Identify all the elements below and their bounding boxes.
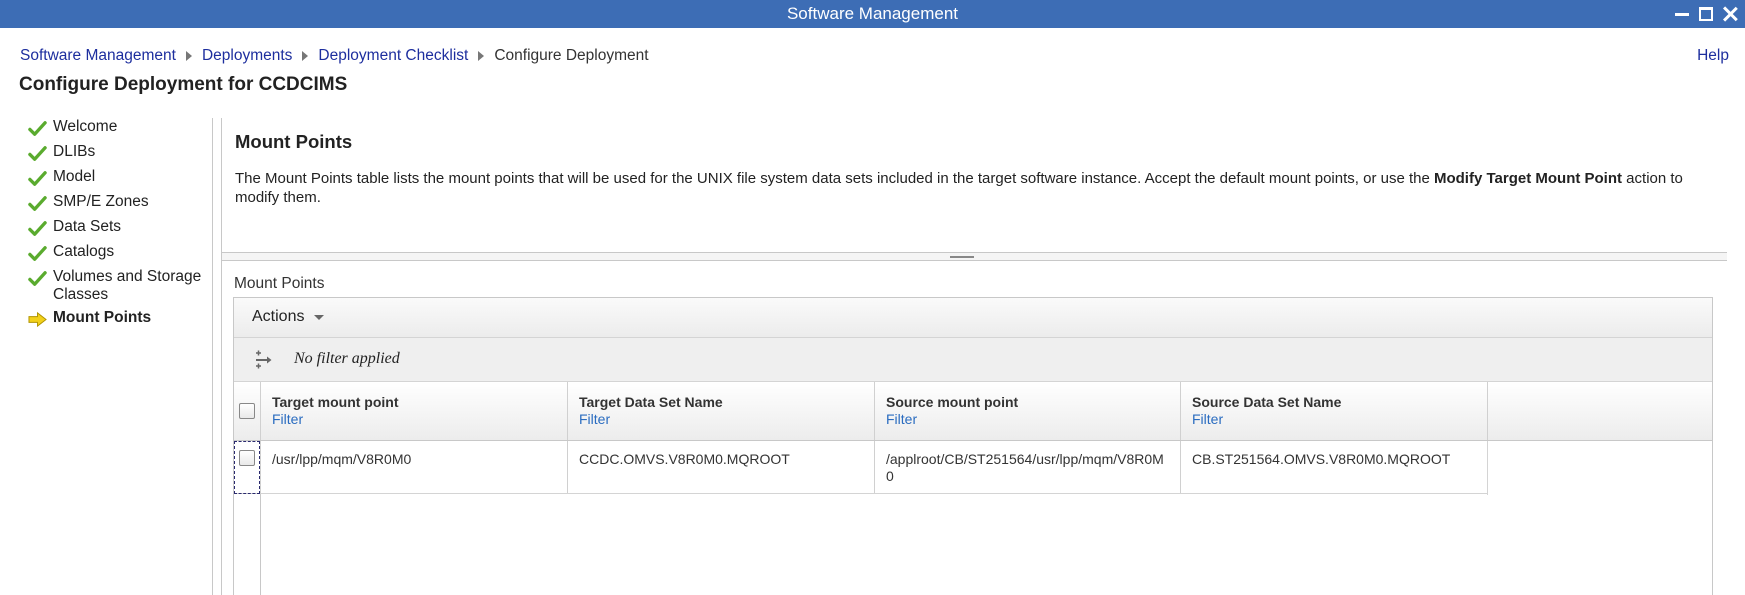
column-header-target-mount-point[interactable]: Target mount point Filter (272, 394, 399, 427)
column-divider (260, 494, 261, 595)
table-row[interactable]: /usr/lpp/mqm/V8R0M0 CCDC.OMVS.V8R0M0.MQR… (234, 441, 1487, 494)
table-caption: Mount Points (234, 275, 325, 292)
chevron-down-icon (314, 314, 325, 320)
column-title: Target Data Set Name (579, 394, 723, 410)
checkmark-icon (28, 221, 47, 236)
row-focus-indicator (234, 441, 260, 494)
column-divider (260, 382, 261, 440)
step-label: Welcome (53, 118, 118, 135)
column-filter-link[interactable]: Filter (579, 411, 723, 427)
breadcrumb-software-management[interactable]: Software Management (20, 47, 176, 65)
column-header-target-data-set-name[interactable]: Target Data Set Name Filter (579, 394, 723, 427)
checkmark-icon (28, 196, 47, 211)
step-label: Model (53, 168, 96, 185)
window-controls (1673, 0, 1739, 28)
page-title: Configure Deployment for CCDCIMS (19, 74, 348, 95)
column-title: Source mount point (886, 394, 1019, 410)
breadcrumb-separator-icon (302, 51, 309, 61)
actions-menu-button[interactable]: Actions (252, 308, 325, 326)
maximize-icon[interactable] (1697, 5, 1715, 23)
column-filter-link[interactable]: Filter (1192, 411, 1341, 427)
minimize-icon[interactable] (1673, 5, 1691, 23)
column-divider[interactable] (567, 382, 568, 440)
select-all-checkbox[interactable] (239, 403, 255, 419)
cell-source-data-set-name: CB.ST251564.OMVS.V8R0M0.MQROOT (1192, 451, 1451, 467)
arrow-right-icon (28, 311, 47, 328)
checkmark-icon (28, 271, 47, 286)
cell-target-data-set-name: CCDC.OMVS.V8R0M0.MQROOT (579, 451, 790, 467)
column-title: Source Data Set Name (1192, 394, 1342, 410)
step-label: Catalogs (53, 243, 115, 260)
step-volumes-storage-classes[interactable]: Volumes and Storage Classes (0, 268, 212, 304)
column-filter-link[interactable]: Filter (272, 411, 399, 427)
column-divider[interactable] (874, 382, 875, 440)
step-label: Volumes and Storage Classes (53, 268, 202, 303)
column-divider (1487, 441, 1488, 495)
step-label: Mount Points (53, 309, 152, 326)
filter-status: No filter applied (294, 350, 400, 367)
column-divider (260, 441, 261, 493)
description-action-name: Modify Target Mount Point (1433, 170, 1623, 187)
step-data-sets[interactable]: Data Sets (0, 218, 212, 238)
column-title: Target mount point (272, 394, 399, 410)
step-dlibs[interactable]: DLIBs (0, 143, 212, 163)
step-model[interactable]: Model (0, 168, 212, 188)
step-catalogs[interactable]: Catalogs (0, 243, 212, 263)
step-welcome[interactable]: Welcome (0, 118, 212, 138)
description-text: The Mount Points table lists the mount p… (235, 170, 1434, 187)
window-title: Software Management (786, 4, 959, 23)
close-icon[interactable] (1721, 5, 1739, 23)
step-label: Data Sets (53, 218, 122, 235)
step-label: DLIBs (53, 143, 96, 160)
breadcrumb-deployment-checklist[interactable]: Deployment Checklist (318, 47, 468, 65)
wizard-steps-nav: Welcome DLIBs Model SMP/E Zones Data Set… (0, 118, 212, 334)
step-label: SMP/E Zones (53, 193, 149, 210)
column-header-source-data-set-name[interactable]: Source Data Set Name Filter (1192, 394, 1341, 427)
window-titlebar: Software Management (0, 0, 1745, 28)
checkmark-icon (28, 246, 47, 261)
column-divider[interactable] (1487, 382, 1488, 440)
cell-source-mount-point: /applroot/CB/ST251564/usr/lpp/mqm/V8R0M … (886, 451, 1164, 485)
step-mount-points[interactable]: Mount Points (0, 309, 212, 329)
checkmark-icon (28, 171, 47, 186)
breadcrumb: Software Management Deployments Deployme… (20, 47, 649, 65)
splitter-grip-icon[interactable] (950, 256, 974, 258)
column-divider (874, 441, 875, 493)
section-title: Mount Points (235, 131, 353, 152)
section-description: The Mount Points table lists the mount p… (235, 169, 1695, 207)
column-divider (567, 441, 568, 493)
checkmark-icon (28, 146, 47, 161)
step-smpe-zones[interactable]: SMP/E Zones (0, 193, 212, 213)
checkmark-icon (28, 121, 47, 136)
help-link[interactable]: Help (1697, 47, 1729, 65)
filter-bar: No filter applied (234, 338, 1712, 382)
column-divider (1180, 441, 1181, 493)
actions-label: Actions (252, 308, 305, 325)
cell-target-mount-point: /usr/lpp/mqm/V8R0M0 (272, 451, 412, 467)
clear-filter-icon[interactable] (254, 350, 276, 370)
pane-splitter[interactable] (222, 252, 1727, 261)
sidebar-divider (212, 118, 213, 595)
breadcrumb-separator-icon (478, 51, 485, 61)
sidebar-divider[interactable] (221, 118, 222, 595)
cell-text: /applroot/CB/ST251564/usr/lpp/mqm/V8R0M (886, 451, 1164, 467)
column-divider[interactable] (1180, 382, 1181, 440)
table-toolbar: Actions (234, 298, 1712, 338)
column-header-source-mount-point[interactable]: Source mount point Filter (886, 394, 1018, 427)
cell-text: 0 (886, 468, 894, 484)
breadcrumb-separator-icon (185, 51, 192, 61)
breadcrumb-deployments[interactable]: Deployments (202, 47, 292, 65)
column-filter-link[interactable]: Filter (886, 411, 1018, 427)
table-header-row: Target mount point Filter Target Data Se… (234, 382, 1712, 441)
breadcrumb-current: Configure Deployment (494, 47, 649, 64)
